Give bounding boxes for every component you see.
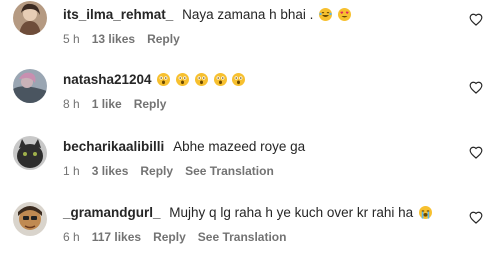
comment-time: 5 h [63, 32, 80, 46]
comment-likes[interactable]: 117 likes [92, 230, 141, 244]
comment-text-line: becharikaalibilli Abhe mazeed roye ga [63, 138, 305, 156]
avatar[interactable] [13, 202, 47, 236]
comment-time: 6 h [63, 230, 80, 244]
reply-button[interactable]: Reply [134, 97, 167, 111]
astonished-emoji-icon [157, 73, 171, 86]
comment-username[interactable]: becharikaalibilli [63, 139, 164, 154]
heart-icon[interactable] [469, 146, 483, 159]
avatar[interactable] [13, 136, 47, 170]
reply-button[interactable]: Reply [147, 32, 180, 46]
comment-meta: 6 h 117 likes Reply See Translation [63, 229, 298, 245]
avatar[interactable] [13, 69, 47, 103]
comment-text: Naya zamana h bhai . [182, 7, 314, 22]
comment-likes[interactable]: 13 likes [92, 32, 135, 46]
comment-text-line: its_ilma_rehmat_ Naya zamana h bhai . [63, 6, 351, 24]
comment-meta: 8 h 1 like Reply [63, 96, 178, 112]
astonished-emoji-icon [194, 73, 208, 86]
comment-time: 1 h [63, 164, 80, 178]
comment-text-line: natasha21204 [63, 71, 246, 89]
reply-button[interactable]: Reply [140, 164, 173, 178]
comment-text-line: _gramandgurl_ Mujhy q lg raha h ye kuch … [63, 204, 432, 222]
heart-eyes-emoji-icon [337, 8, 351, 21]
crying-emoji-icon [418, 206, 432, 219]
avatar[interactable] [13, 1, 47, 35]
comment-text: Mujhy q lg raha h ye kuch over kr rahi h… [169, 205, 414, 220]
astonished-emoji-icon [232, 73, 246, 86]
comment-meta: 1 h 3 likes Reply See Translation [63, 163, 286, 179]
reply-button[interactable]: Reply [153, 230, 186, 244]
heart-icon[interactable] [469, 211, 483, 224]
comment-time: 8 h [63, 97, 80, 111]
comment-username[interactable]: natasha21204 [63, 72, 152, 87]
comment-username[interactable]: _gramandgurl_ [63, 205, 161, 220]
comment-text: Abhe mazeed roye ga [173, 139, 306, 154]
see-translation-button[interactable]: See Translation [198, 230, 287, 244]
heart-icon[interactable] [469, 81, 483, 94]
comment-likes[interactable]: 3 likes [92, 164, 129, 178]
astonished-emoji-icon [213, 73, 227, 86]
laughing-emoji-icon [319, 8, 333, 21]
comment-likes[interactable]: 1 like [92, 97, 122, 111]
heart-icon[interactable] [469, 13, 483, 26]
comment-meta: 5 h 13 likes Reply [63, 31, 192, 47]
see-translation-button[interactable]: See Translation [185, 164, 274, 178]
astonished-emoji-icon [176, 73, 190, 86]
comment-username[interactable]: its_ilma_rehmat_ [63, 7, 173, 22]
